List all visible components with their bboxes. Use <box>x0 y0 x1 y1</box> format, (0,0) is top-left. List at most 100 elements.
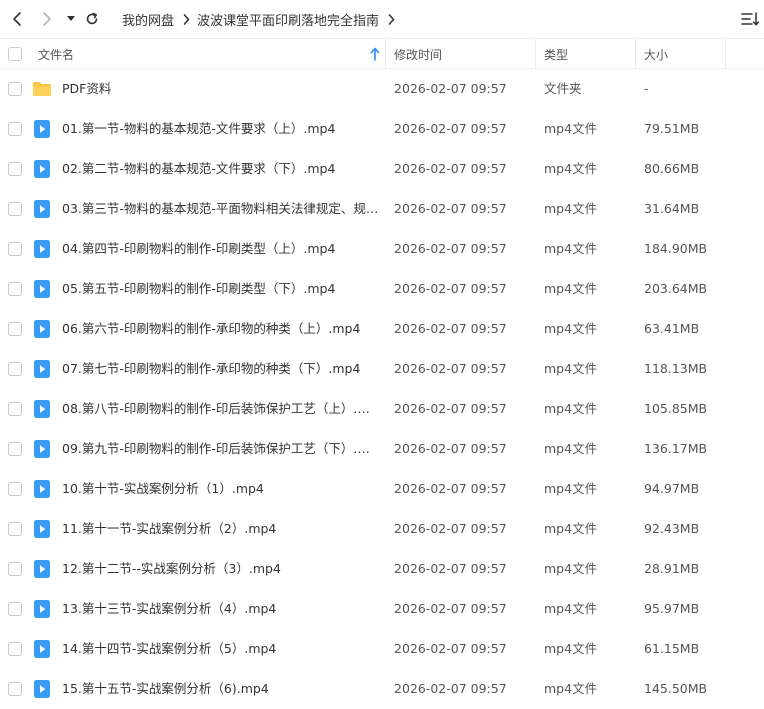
file-name[interactable]: 04.第四节-印刷物料的制作-印刷类型（上）.mp4 <box>62 240 335 258</box>
refresh-button[interactable] <box>83 9 101 29</box>
video-file-icon <box>32 399 52 419</box>
sort-ascending-icon[interactable] <box>370 47 380 61</box>
row-checkbox[interactable] <box>8 162 22 176</box>
column-divider[interactable] <box>725 39 726 69</box>
video-file-icon <box>32 639 52 659</box>
video-file-icon <box>32 319 52 339</box>
video-file-icon <box>32 439 52 459</box>
row-checkbox[interactable] <box>8 402 22 416</box>
file-row[interactable]: 10.第十节-实战案例分析（1）.mp4 2026-02-07 09:57 mp4文… <box>0 469 764 509</box>
file-type: mp4文件 <box>544 601 598 616</box>
column-divider[interactable] <box>385 39 386 69</box>
row-checkbox[interactable] <box>8 122 22 136</box>
select-all-checkbox-wrap <box>8 39 22 69</box>
column-divider[interactable] <box>635 39 636 69</box>
file-size: 28.91MB <box>644 561 700 576</box>
file-modified-time: 2026-02-07 09:57 <box>394 81 507 96</box>
file-row[interactable]: 12.第十二节--实战案例分析（3）.mp4 2026-02-07 09:57 mp… <box>0 549 764 589</box>
file-name[interactable]: 09.第九节-印刷物料的制作-印后装饰保护工艺（下）.mp4 <box>62 440 380 458</box>
file-name[interactable]: 08.第八节-印刷物料的制作-印后装饰保护工艺（上）.mp4 <box>62 400 380 418</box>
file-row[interactable]: 05.第五节-印刷物料的制作-印刷类型（下）.mp4 2026-02-07 09:… <box>0 269 764 309</box>
file-modified-time: 2026-02-07 09:57 <box>394 481 507 496</box>
video-file-icon <box>32 679 52 699</box>
file-size: 94.97MB <box>644 481 700 496</box>
column-header-type[interactable]: 类型 <box>544 39 568 69</box>
file-modified-time: 2026-02-07 09:57 <box>394 601 507 616</box>
row-checkbox[interactable] <box>8 642 22 656</box>
file-row[interactable]: 08.第八节-印刷物料的制作-印后装饰保护工艺（上）.mp4 2026-02-07… <box>0 389 764 429</box>
view-menu-button[interactable] <box>740 10 760 28</box>
file-name[interactable]: 11.第十一节-实战案例分析（2）.mp4 <box>62 520 276 538</box>
row-checkbox[interactable] <box>8 82 22 96</box>
file-row[interactable]: 13.第十三节-实战案例分析（4）.mp4 2026-02-07 09:57 mp4… <box>0 589 764 629</box>
file-name[interactable]: 10.第十节-实战案例分析（1）.mp4 <box>62 480 264 498</box>
file-modified-time: 2026-02-07 09:57 <box>394 321 507 336</box>
file-row[interactable]: 11.第十一节-实战案例分析（2）.mp4 2026-02-07 09:57 mp4… <box>0 509 764 549</box>
toolbar: 我的网盘 波波课堂平面印刷落地完全指南 <box>0 0 764 38</box>
file-row[interactable]: 15.第十五节-实战案例分析（6).mp4 2026-02-07 09:57 mp4… <box>0 669 764 709</box>
row-checkbox[interactable] <box>8 602 22 616</box>
file-type: mp4文件 <box>544 641 598 656</box>
row-checkbox[interactable] <box>8 362 22 376</box>
file-type: mp4文件 <box>544 561 598 576</box>
file-name[interactable]: 07.第七节-印刷物料的制作-承印物的种类（下）.mp4 <box>62 360 360 378</box>
file-row[interactable]: 14.第十四节-实战案例分析（5）.mp4 2026-02-07 09:57 mp4… <box>0 629 764 669</box>
file-type: mp4文件 <box>544 201 598 216</box>
arrow-right-icon <box>43 12 51 26</box>
row-checkbox[interactable] <box>8 562 22 576</box>
file-list-header: 文件名 修改时间 类型 大小 <box>0 38 764 69</box>
file-type: mp4文件 <box>544 281 598 296</box>
column-divider[interactable] <box>535 39 536 69</box>
forward-button[interactable] <box>38 9 56 29</box>
file-size: 80.66MB <box>644 161 700 176</box>
column-header-size[interactable]: 大小 <box>644 39 668 69</box>
file-row[interactable]: 06.第六节-印刷物料的制作-承印物的种类（上）.mp4 2026-02-07 0… <box>0 309 764 349</box>
chevron-right-icon <box>183 13 190 25</box>
file-row[interactable]: 01.第一节-物料的基本规范-文件要求（上）.mp4 2026-02-07 09:… <box>0 109 764 149</box>
column-header-modified[interactable]: 修改时间 <box>394 39 442 69</box>
file-row[interactable]: 07.第七节-印刷物料的制作-承印物的种类（下）.mp4 2026-02-07 0… <box>0 349 764 389</box>
file-row[interactable]: 09.第九节-印刷物料的制作-印后装饰保护工艺（下）.mp4 2026-02-07… <box>0 429 764 469</box>
file-type: mp4文件 <box>544 401 598 416</box>
video-file-icon <box>32 199 52 219</box>
file-name[interactable]: 15.第十五节-实战案例分析（6).mp4 <box>62 680 269 698</box>
select-all-checkbox[interactable] <box>8 47 22 61</box>
file-name[interactable]: 03.第三节-物料的基本规范-平面物料相关法律规定、规范… <box>62 200 380 218</box>
refresh-icon <box>86 12 98 25</box>
file-name[interactable]: 13.第十三节-实战案例分析（4）.mp4 <box>62 600 276 618</box>
file-name[interactable]: 02.第二节-物料的基本规范-文件要求（下）.mp4 <box>62 160 335 178</box>
video-file-icon <box>32 279 52 299</box>
file-modified-time: 2026-02-07 09:57 <box>394 641 507 656</box>
file-name[interactable]: PDF资料 <box>62 80 111 98</box>
file-row[interactable]: 04.第四节-印刷物料的制作-印刷类型（上）.mp4 2026-02-07 09:… <box>0 229 764 269</box>
history-dropdown-button[interactable] <box>64 9 78 29</box>
file-size: 79.51MB <box>644 121 700 136</box>
row-checkbox[interactable] <box>8 322 22 336</box>
back-button[interactable] <box>8 9 26 29</box>
row-checkbox[interactable] <box>8 682 22 696</box>
file-name[interactable]: 01.第一节-物料的基本规范-文件要求（上）.mp4 <box>62 120 335 138</box>
video-file-icon <box>32 479 52 499</box>
row-checkbox[interactable] <box>8 522 22 536</box>
file-name[interactable]: 06.第六节-印刷物料的制作-承印物的种类（上）.mp4 <box>62 320 360 338</box>
file-size: 145.50MB <box>644 681 708 696</box>
caret-down-icon <box>67 16 75 21</box>
chevron-right-icon <box>388 13 395 25</box>
folder-row[interactable]: PDF资料 2026-02-07 09:57 文件夹 - <box>0 69 764 109</box>
row-checkbox[interactable] <box>8 242 22 256</box>
file-name[interactable]: 14.第十四节-实战案例分析（5）.mp4 <box>62 640 276 658</box>
file-size: 184.90MB <box>644 241 708 256</box>
file-size: 136.17MB <box>644 441 708 456</box>
row-checkbox[interactable] <box>8 202 22 216</box>
row-checkbox[interactable] <box>8 282 22 296</box>
breadcrumb-item-root[interactable]: 我的网盘 <box>122 10 174 29</box>
file-name[interactable]: 12.第十二节--实战案例分析（3）.mp4 <box>62 560 281 578</box>
file-name[interactable]: 05.第五节-印刷物料的制作-印刷类型（下）.mp4 <box>62 280 335 298</box>
file-row[interactable]: 03.第三节-物料的基本规范-平面物料相关法律规定、规范… 2026-02-07 … <box>0 189 764 229</box>
breadcrumb-item-current[interactable]: 波波课堂平面印刷落地完全指南 <box>197 10 379 29</box>
row-checkbox[interactable] <box>8 442 22 456</box>
file-row[interactable]: 02.第二节-物料的基本规范-文件要求（下）.mp4 2026-02-07 09:… <box>0 149 764 189</box>
file-type: mp4文件 <box>544 361 598 376</box>
column-header-name[interactable]: 文件名 <box>38 39 74 69</box>
row-checkbox[interactable] <box>8 482 22 496</box>
